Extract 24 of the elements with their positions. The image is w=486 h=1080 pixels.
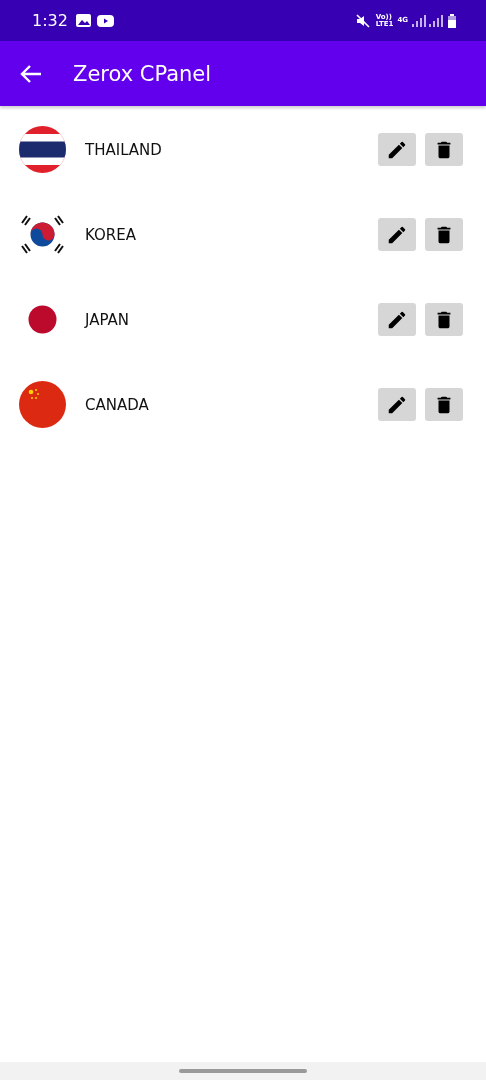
image-icon: [75, 14, 91, 27]
status-time: 1:32: [32, 11, 68, 30]
country-name: KOREA: [85, 225, 137, 244]
app-title: Zerox CPanel: [73, 61, 212, 86]
country-name: JAPAN: [85, 310, 130, 329]
play-icon: [96, 14, 114, 27]
signal-icon: [429, 14, 443, 27]
delete-button[interactable]: [425, 303, 463, 336]
edit-button[interactable]: [378, 133, 416, 166]
country-name: THAILAND: [85, 140, 163, 159]
country-name: CANADA: [85, 395, 150, 414]
delete-button[interactable]: [425, 388, 463, 421]
edit-button[interactable]: [378, 218, 416, 251]
back-arrow-icon[interactable]: [20, 63, 42, 84]
signal-icon: [412, 14, 426, 27]
delete-button[interactable]: [425, 133, 463, 166]
flag-icon: [19, 126, 66, 173]
battery-icon: [448, 13, 456, 28]
edit-button[interactable]: [378, 388, 416, 421]
mute-icon: [355, 13, 370, 28]
gesture-handle[interactable]: [179, 1069, 307, 1073]
edit-button[interactable]: [378, 303, 416, 336]
flag-icon: [19, 381, 66, 428]
delete-button[interactable]: [425, 218, 463, 251]
